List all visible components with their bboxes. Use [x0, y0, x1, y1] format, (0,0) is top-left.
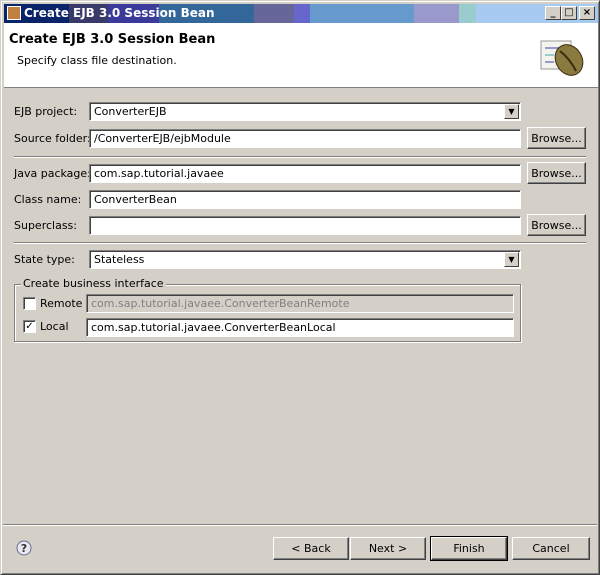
superclass-input[interactable]	[89, 216, 521, 235]
app-icon	[7, 6, 21, 20]
remote-label: Remote	[40, 297, 83, 310]
chevron-down-icon[interactable]: ▼	[504, 104, 519, 119]
superclass-label: Superclass:	[14, 219, 77, 232]
next-button[interactable]: Next >	[350, 537, 426, 560]
java-package-label: Java package:	[14, 167, 91, 180]
title-bar: Create EJB 3.0 Session Bean _ □ ×	[4, 4, 598, 23]
class-name-label: Class name:	[14, 193, 82, 206]
source-folder-input[interactable]: /ConverterEJB/ejbModule	[89, 129, 521, 148]
chevron-down-icon[interactable]: ▼	[504, 252, 519, 267]
window-title: Create EJB 3.0 Session Bean	[24, 6, 215, 20]
page-title: Create EJB 3.0 Session Bean	[9, 32, 216, 47]
local-checkbox[interactable]: ✓	[23, 320, 36, 333]
state-type-value: Stateless	[94, 253, 145, 266]
minimize-button[interactable]: _	[545, 6, 561, 20]
finish-button[interactable]: Finish	[430, 536, 508, 561]
divider	[14, 242, 586, 244]
session-bean-icon	[540, 40, 584, 76]
ejb-project-label: EJB project:	[14, 105, 78, 118]
maximize-button[interactable]: □	[561, 6, 577, 20]
wizard-header: Create EJB 3.0 Session Bean Specify clas…	[4, 23, 598, 88]
local-label: Local	[40, 320, 69, 333]
ejb-project-select[interactable]: ConverterEJB ▼	[89, 102, 521, 121]
remote-interface-input: com.sap.tutorial.javaee.ConverterBeanRem…	[86, 294, 514, 313]
local-interface-input[interactable]: com.sap.tutorial.javaee.ConverterBeanLoc…	[86, 318, 514, 337]
footer-divider	[3, 524, 597, 526]
help-icon[interactable]: ?	[16, 540, 32, 556]
svg-text:?: ?	[21, 542, 27, 555]
browse-superclass-button[interactable]: Browse...	[527, 214, 586, 236]
ejb-project-value: ConverterEJB	[94, 105, 167, 118]
page-subtitle: Specify class file destination.	[17, 54, 177, 67]
cancel-button[interactable]: Cancel	[512, 537, 590, 560]
class-name-input[interactable]: ConverterBean	[89, 190, 521, 209]
business-interface-legend: Create business interface	[21, 277, 166, 290]
java-package-input[interactable]: com.sap.tutorial.javaee	[89, 164, 521, 183]
browse-source-folder-button[interactable]: Browse...	[527, 127, 586, 149]
browse-package-button[interactable]: Browse...	[527, 162, 586, 184]
remote-checkbox[interactable]	[23, 297, 36, 310]
state-type-label: State type:	[14, 253, 75, 266]
state-type-select[interactable]: Stateless ▼	[89, 250, 521, 269]
divider	[14, 156, 586, 158]
source-folder-label: Source folder:	[14, 132, 91, 145]
close-button[interactable]: ×	[579, 6, 595, 20]
back-button[interactable]: < Back	[273, 537, 349, 560]
